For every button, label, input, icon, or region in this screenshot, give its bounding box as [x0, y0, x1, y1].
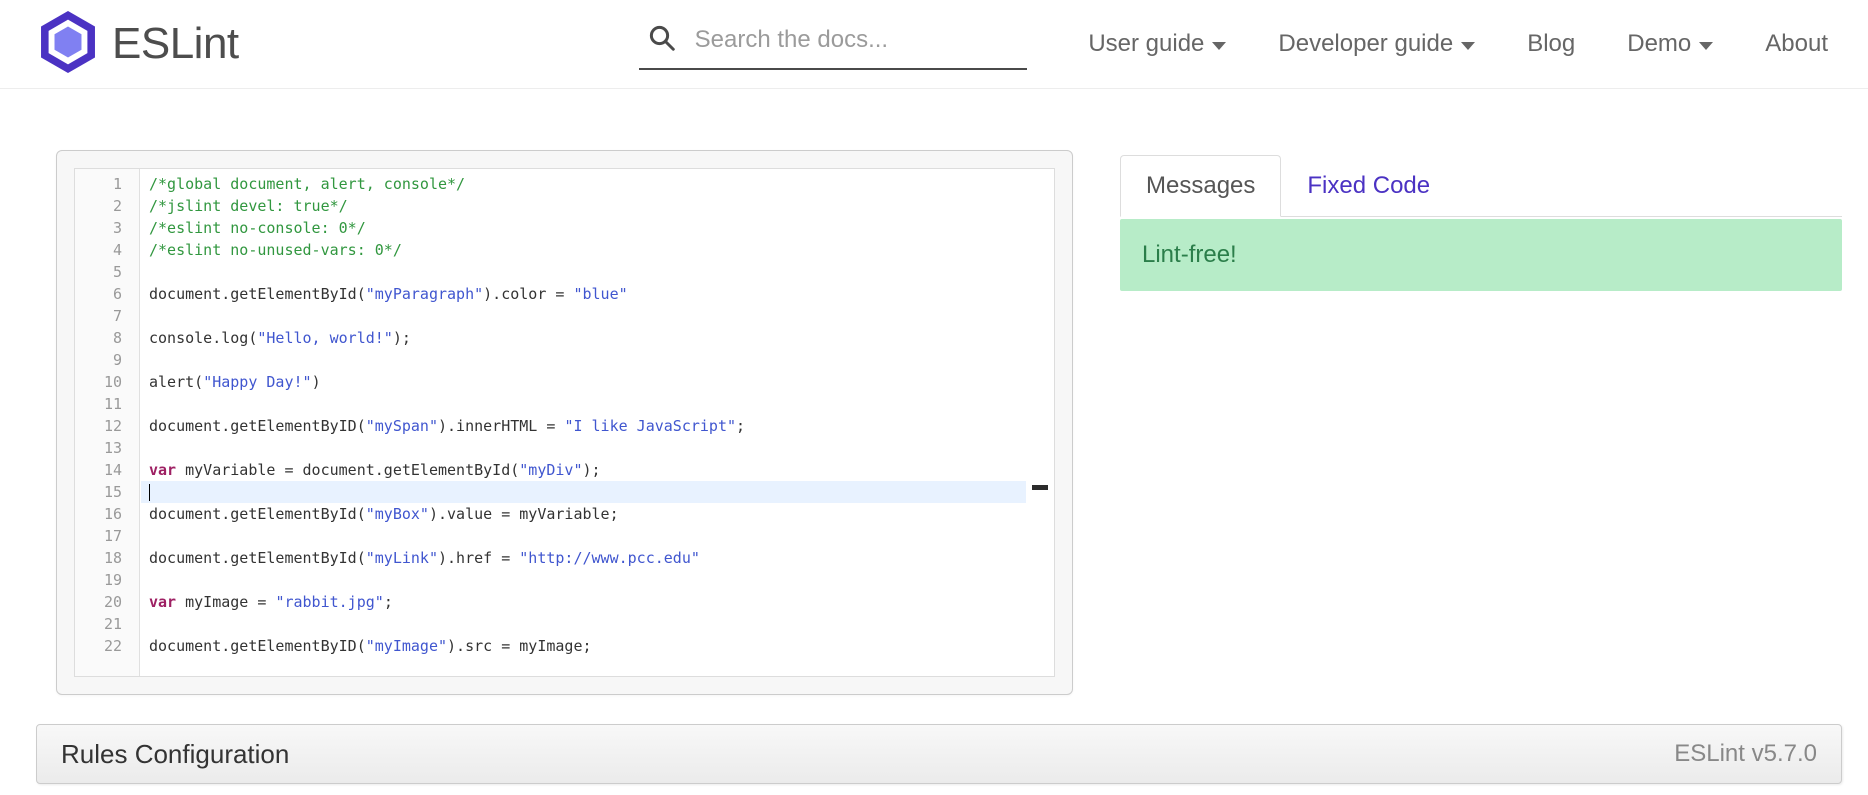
line-number: 16 [75, 503, 141, 525]
brand[interactable]: ESLint [40, 11, 239, 78]
code-line: 8console.log("Hello, world!"); [75, 327, 1026, 349]
rules-configuration-title: Rules Configuration [61, 739, 289, 770]
code-line: 6document.getElementById("myParagraph").… [75, 283, 1026, 305]
search-box [639, 19, 1027, 70]
nav-link-label: Blog [1527, 30, 1575, 58]
line-number: 4 [75, 239, 141, 261]
code-line: 9 [75, 349, 1026, 371]
line-number: 21 [75, 613, 141, 635]
code-line: 11 [75, 393, 1026, 415]
lint-result-alert: Lint-free! [1120, 219, 1842, 291]
nav-link-label: Demo [1627, 30, 1691, 58]
nav-link-label: User guide [1088, 30, 1204, 58]
scrollbar-cursor-marker [1032, 485, 1048, 490]
chevron-down-icon [1212, 42, 1226, 50]
code-line: 2/*jslint devel: true*/ [75, 195, 1026, 217]
line-number: 12 [75, 415, 141, 437]
line-number: 8 [75, 327, 141, 349]
nav-link-demo[interactable]: Demo [1627, 30, 1713, 58]
line-number: 13 [75, 437, 141, 459]
line-number: 19 [75, 569, 141, 591]
code-line: 19 [75, 569, 1026, 591]
code-line: 18document.getElementById("myLink").href… [75, 547, 1026, 569]
code-lines: 1/*global document, alert, console*/2/*j… [75, 169, 1026, 657]
line-number: 18 [75, 547, 141, 569]
main-content: 1/*global document, alert, console*/2/*j… [0, 89, 1868, 695]
code-line: 5 [75, 261, 1026, 283]
nav-link-about[interactable]: About [1765, 30, 1828, 58]
text-cursor [149, 484, 150, 501]
line-number: 17 [75, 525, 141, 547]
line-number: 14 [75, 459, 141, 481]
code-line: 3/*eslint no-console: 0*/ [75, 217, 1026, 239]
results-panel: Messages Fixed Code Lint-free! [1120, 155, 1842, 291]
line-number: 7 [75, 305, 141, 327]
search-icon [647, 23, 677, 58]
navbar: ESLint User guide Developer guide Blog D… [0, 0, 1868, 89]
code-line: 16document.getElementById("myBox").value… [75, 503, 1026, 525]
lint-result-text: Lint-free! [1142, 241, 1237, 269]
code-line: 10alert("Happy Day!") [75, 371, 1026, 393]
nav-link-label: Developer guide [1278, 30, 1453, 58]
code-line: 20var myImage = "rabbit.jpg"; [75, 591, 1026, 613]
eslint-logo-icon [40, 11, 96, 78]
nav-link-label: About [1765, 30, 1828, 58]
code-line: 21 [75, 613, 1026, 635]
code-editor-panel: 1/*global document, alert, console*/2/*j… [56, 150, 1073, 695]
line-number: 3 [75, 217, 141, 239]
line-number: 11 [75, 393, 141, 415]
nav-link-user-guide[interactable]: User guide [1088, 30, 1226, 58]
eslint-version: ESLint v5.7.0 [1674, 740, 1817, 768]
code-line: 22document.getElementByID("myImage").src… [75, 635, 1026, 657]
main-nav: User guide Developer guide Blog Demo Abo… [1088, 30, 1828, 58]
chevron-down-icon [1699, 42, 1713, 50]
line-number: 5 [75, 261, 141, 283]
code-line: 15 [75, 481, 1026, 503]
code-line: 12document.getElementByID("mySpan").inne… [75, 415, 1026, 437]
line-number: 2 [75, 195, 141, 217]
code-line: 7 [75, 305, 1026, 327]
line-number: 6 [75, 283, 141, 305]
line-number: 22 [75, 635, 141, 657]
code-line: 4/*eslint no-unused-vars: 0*/ [75, 239, 1026, 261]
nav-link-blog[interactable]: Blog [1527, 30, 1575, 58]
line-number: 20 [75, 591, 141, 613]
code-line: 14var myVariable = document.getElementBy… [75, 459, 1026, 481]
editor-scrollbar[interactable] [1026, 169, 1054, 676]
line-number: 1 [75, 173, 141, 195]
tab-messages[interactable]: Messages [1120, 155, 1281, 217]
search-input[interactable] [695, 26, 1019, 54]
line-number: 9 [75, 349, 141, 371]
line-number: 10 [75, 371, 141, 393]
results-tabs: Messages Fixed Code [1120, 155, 1842, 217]
rules-configuration-bar[interactable]: Rules Configuration ESLint v5.7.0 [36, 724, 1842, 784]
line-number: 15 [75, 481, 141, 503]
code-line: 1/*global document, alert, console*/ [75, 173, 1026, 195]
brand-name: ESLint [112, 19, 239, 69]
code-editor[interactable]: 1/*global document, alert, console*/2/*j… [74, 168, 1055, 677]
chevron-down-icon [1461, 42, 1475, 50]
tab-fixed-code[interactable]: Fixed Code [1281, 155, 1456, 217]
nav-link-developer-guide[interactable]: Developer guide [1278, 30, 1475, 58]
code-line: 17 [75, 525, 1026, 547]
code-line: 13 [75, 437, 1026, 459]
